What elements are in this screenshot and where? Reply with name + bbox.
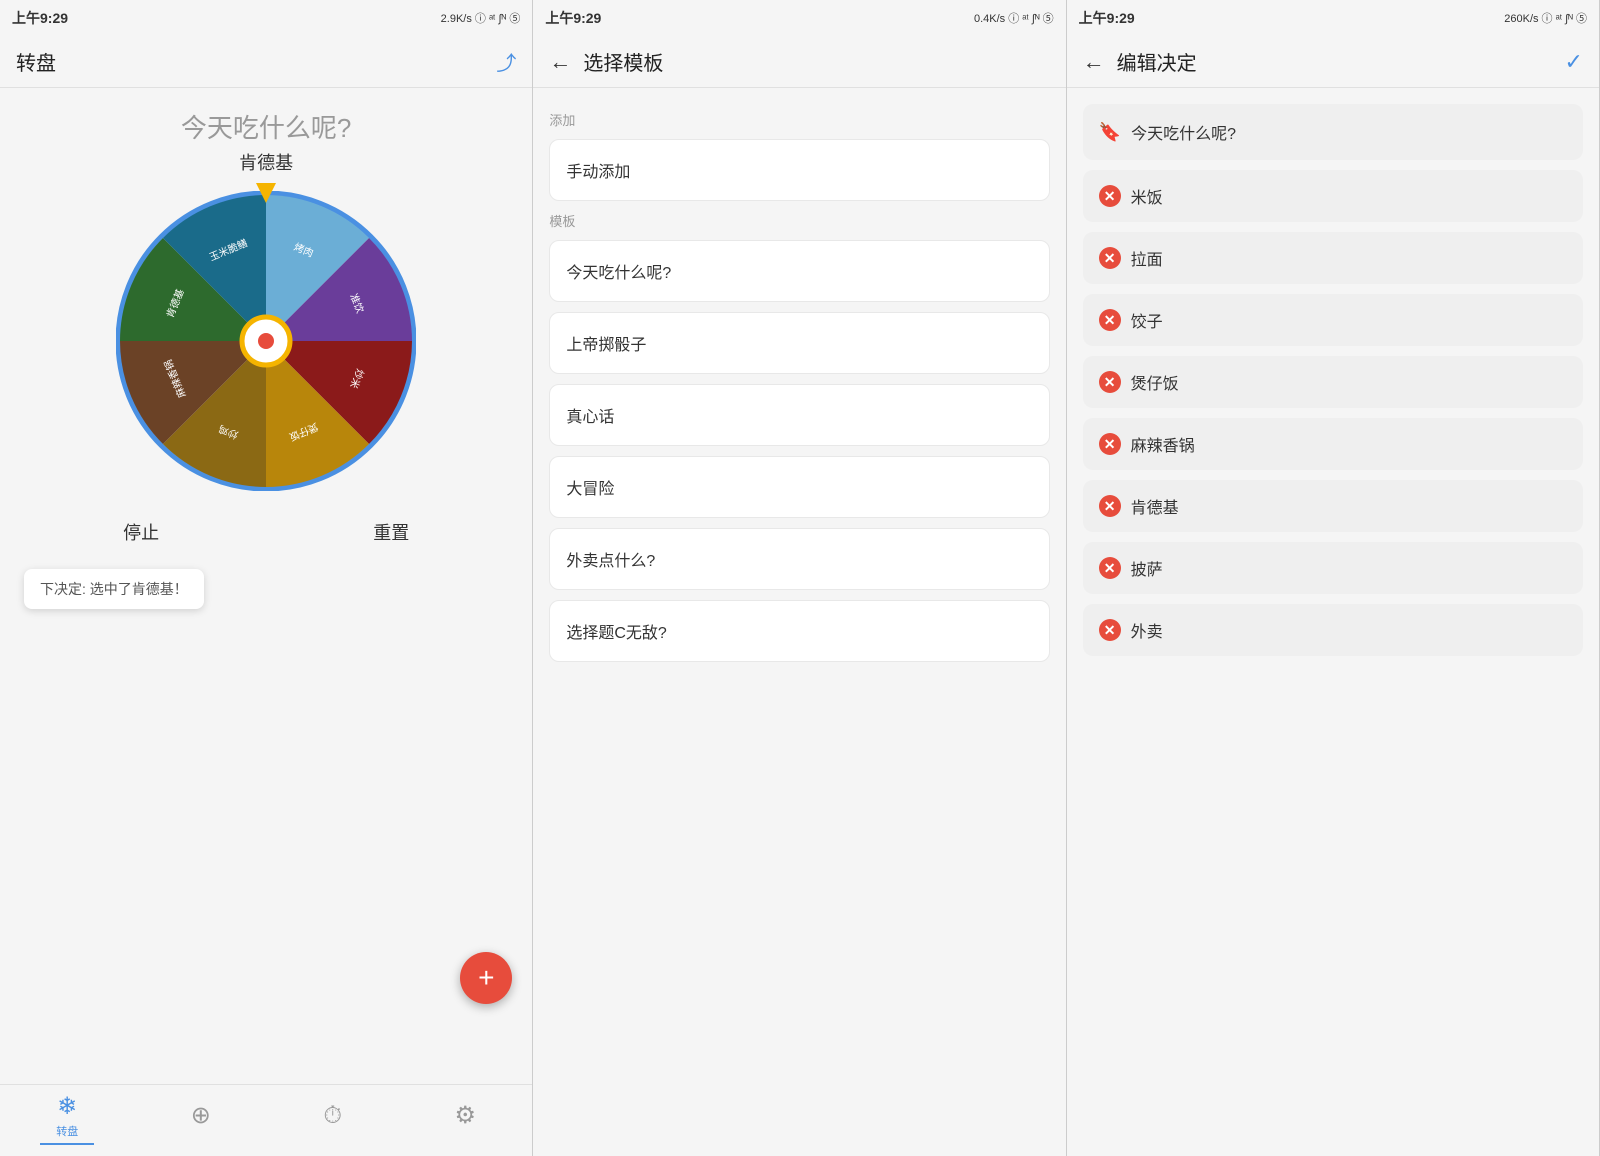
template-label-0: 今天吃什么呢? [566,265,671,282]
remove-button-1[interactable]: ✕ [1099,247,1121,269]
back-button-2[interactable]: ← [549,49,571,75]
template-label-3: 大冒险 [566,481,614,498]
decision-item-1[interactable]: ✕ 拉面 [1083,232,1583,284]
decision-label-7: 外卖 [1131,618,1163,642]
wheel-buttons: 停止 重置 [16,511,516,553]
decision-item-6[interactable]: ✕ 披萨 [1083,542,1583,594]
app-title-3: 编辑决定 [1117,47,1565,76]
nav-history[interactable]: ⏱ [307,1098,358,1136]
remove-button-6[interactable]: ✕ [1099,557,1121,579]
decision-item-3[interactable]: ✕ 煲仔饭 [1083,356,1583,408]
nav-settings[interactable]: ⚙ [439,1097,493,1136]
add-nav-icon: ⊕ [191,1101,211,1130]
decision-toast: 下决定: 选中了肯德基！ [24,569,204,609]
decision-label-2: 饺子 [1131,308,1163,332]
decision-item-7[interactable]: ✕ 外卖 [1083,604,1583,656]
bottom-nav: ❄ 转盘 ⊕ ⏱ ⚙ [0,1084,532,1156]
remove-button-0[interactable]: ✕ [1099,185,1121,207]
template-item-3[interactable]: 大冒险 [549,456,1049,518]
history-nav-icon: ⏱ [323,1102,342,1130]
header-2: ← 选择模板 [533,36,1065,88]
time-1: 上午9:29 [12,8,68,28]
wheel-question: 今天吃什么呢? [181,108,351,145]
time-2: 上午9:29 [545,8,601,28]
decision-label-3: 煲仔饭 [1131,370,1179,394]
header-1: 转盘 ⤴ [0,36,532,88]
template-content: 添加 手动添加 模板 今天吃什么呢? 上帝掷骰子 真心话 大冒险 外卖点什么? … [533,88,1065,1156]
template-item-2[interactable]: 真心话 [549,384,1049,446]
fab-add[interactable]: + [460,952,512,1004]
template-item-0[interactable]: 今天吃什么呢? [549,240,1049,302]
decision-item-2[interactable]: ✕ 饺子 [1083,294,1583,346]
decision-label-5: 肯德基 [1131,494,1179,518]
decision-label-1: 拉面 [1131,246,1163,270]
template-label-1: 上帝掷骰子 [566,337,646,354]
status-bar-2: 上午9:29 0.4K/s ⓘ ᵃᵗ ∫ᴺ ⑤ [533,0,1065,36]
panel-edit: 上午9:29 260K/s ⓘ ᵃᵗ ∫ᴺ ⑤ ← 编辑决定 ✓ 🔖 今天吃什么… [1067,0,1600,1156]
template-item-1[interactable]: 上帝掷骰子 [549,312,1049,374]
edit-content: 🔖 今天吃什么呢? ✕ 米饭 ✕ 拉面 ✕ 饺子 ✕ 煲仔饭 ✕ 麻辣香锅 ✕ … [1067,88,1599,1156]
header-3: ← 编辑决定 ✓ [1067,36,1599,88]
wheel-result: 肯德基 [239,149,293,175]
signal-icons-2: 0.4K/s ⓘ ᵃᵗ ∫ᴺ ⑤ [974,10,1054,26]
signal-icons-1: 2.9K/s ⓘ ᵃᵗ ∫ᴺ ⑤ [441,10,521,26]
app-title-2: 选择模板 [583,47,1049,76]
bookmark-icon: 🔖 [1099,122,1121,143]
time-3: 上午9:29 [1079,8,1135,28]
nav-add[interactable]: ⊕ [175,1097,227,1136]
template-item-5[interactable]: 选择题C无敌? [549,600,1049,662]
decision-label-6: 披萨 [1131,556,1163,580]
decision-title-label: 今天吃什么呢? [1131,120,1236,144]
manual-add-item[interactable]: 手动添加 [549,139,1049,201]
template-section-label: 模板 [549,211,1049,230]
wheel-content: 今天吃什么呢? 肯德基 [0,88,532,1084]
wheel-container[interactable]: 玉米脆鳝 烤肉 准饮 炒米 煲仔饭 炒鸡 麻辣香锅 肯德基 [116,191,416,491]
wheel-pointer [256,183,276,203]
panel-templates: 上午9:29 0.4K/s ⓘ ᵃᵗ ∫ᴺ ⑤ ← 选择模板 添加 手动添加 模… [533,0,1066,1156]
confirm-button[interactable]: ✓ [1565,49,1583,75]
wheel-nav-icon: ❄ [57,1092,77,1121]
decision-label-0: 米饭 [1131,184,1163,208]
app-title-1: 转盘 [16,47,496,76]
back-button-3[interactable]: ← [1083,49,1105,75]
template-item-4[interactable]: 外卖点什么? [549,528,1049,590]
reset-button[interactable]: 重置 [341,511,441,553]
remove-button-2[interactable]: ✕ [1099,309,1121,331]
wheel-svg: 玉米脆鳝 烤肉 准饮 炒米 煲仔饭 炒鸡 麻辣香锅 肯德基 [116,191,416,491]
remove-button-4[interactable]: ✕ [1099,433,1121,455]
template-label-5: 选择题C无敌? [566,625,666,642]
status-bar-3: 上午9:29 260K/s ⓘ ᵃᵗ ∫ᴺ ⑤ [1067,0,1599,36]
status-icons-text-3: 260K/s ⓘ ᵃᵗ ∫ᴺ ⑤ [1504,10,1587,26]
share-button[interactable]: ⤴ [496,47,516,76]
decision-item-0[interactable]: ✕ 米饭 [1083,170,1583,222]
status-icons-text-2: 0.4K/s ⓘ ᵃᵗ ∫ᴺ ⑤ [974,10,1054,26]
decision-item-4[interactable]: ✕ 麻辣香锅 [1083,418,1583,470]
decision-item-5[interactable]: ✕ 肯德基 [1083,480,1583,532]
remove-button-5[interactable]: ✕ [1099,495,1121,517]
add-section-label: 添加 [549,110,1049,129]
remove-button-7[interactable]: ✕ [1099,619,1121,641]
decision-title-item: 🔖 今天吃什么呢? [1083,104,1583,160]
template-label-4: 外卖点什么? [566,553,655,570]
wheel-nav-label: 转盘 [56,1123,78,1139]
stop-button[interactable]: 停止 [91,511,191,553]
template-label-2: 真心话 [566,409,614,426]
decision-label-4: 麻辣香锅 [1131,432,1195,456]
status-bar-1: 上午9:29 2.9K/s ⓘ ᵃᵗ ∫ᴺ ⑤ [0,0,532,36]
nav-wheel[interactable]: ❄ 转盘 [40,1088,94,1145]
remove-button-3[interactable]: ✕ [1099,371,1121,393]
settings-nav-icon: ⚙ [455,1101,477,1130]
panel-wheel: 上午9:29 2.9K/s ⓘ ᵃᵗ ∫ᴺ ⑤ 转盘 ⤴ 今天吃什么呢? 肯德基 [0,0,533,1156]
signal-icons-3: 260K/s ⓘ ᵃᵗ ∫ᴺ ⑤ [1504,10,1587,26]
status-icons-text-1: 2.9K/s ⓘ ᵃᵗ ∫ᴺ ⑤ [441,10,521,26]
